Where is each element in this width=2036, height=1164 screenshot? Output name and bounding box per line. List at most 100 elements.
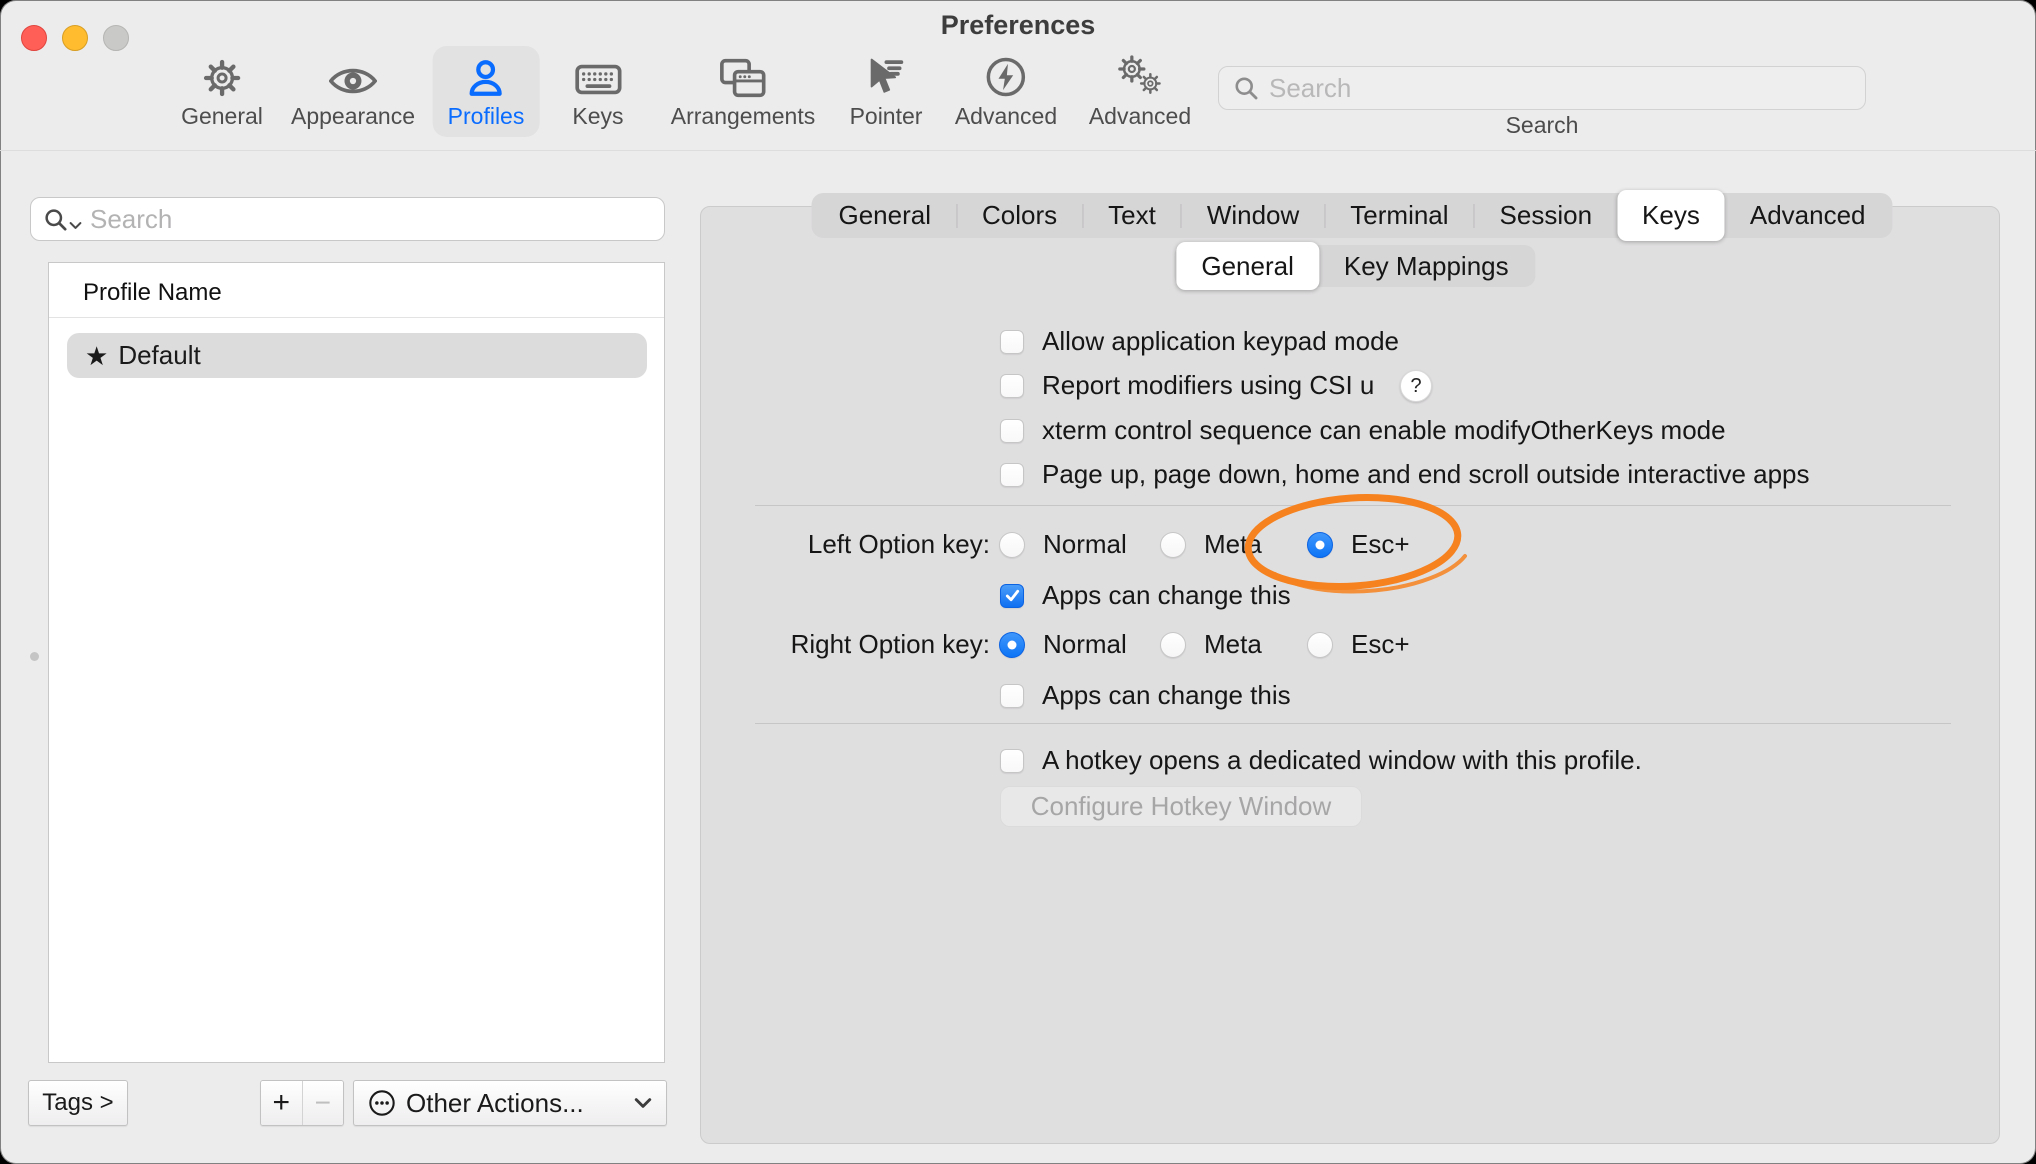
tab-label: General: [838, 200, 931, 231]
row-modify-other-keys: xterm control sequence can enable modify…: [1000, 415, 1726, 446]
tab-label: Terminal: [1350, 200, 1448, 231]
radio-left-normal[interactable]: Normal: [999, 529, 1127, 560]
row-hotkey: A hotkey opens a dedicated window with t…: [1000, 745, 1642, 776]
row-apps-change-right: Apps can change this: [1000, 680, 1291, 711]
help-button[interactable]: ?: [1400, 370, 1432, 402]
toolbar-label: Advanced: [955, 103, 1057, 130]
tab-keys[interactable]: Keys: [1617, 190, 1725, 241]
toolbar-divider: [0, 150, 2036, 151]
checkbox-csi-u[interactable]: [1000, 374, 1024, 398]
subtab-general[interactable]: General: [1176, 242, 1319, 290]
configure-hotkey-window-button[interactable]: Configure Hotkey Window: [1000, 786, 1362, 827]
star-icon: ★: [85, 343, 108, 369]
checkbox-page-scroll[interactable]: [1000, 463, 1024, 487]
toolbar-item-general[interactable]: General: [166, 46, 278, 137]
checkbox-keypad-mode[interactable]: [1000, 330, 1024, 354]
profile-search-field[interactable]: [30, 197, 665, 241]
subtab-label: Key Mappings: [1344, 251, 1509, 282]
row-page-scroll: Page up, page down, home and end scroll …: [1000, 459, 1810, 490]
toolbar-label: Advanced: [1089, 103, 1191, 130]
left-option-key-label: Left Option key:: [700, 529, 990, 560]
subtab-label: General: [1201, 251, 1294, 282]
toolbar-label: Arrangements: [671, 103, 815, 130]
radio-label: Normal: [1043, 529, 1127, 560]
tab-label: Session: [1500, 200, 1593, 231]
radio-label: Esc+: [1351, 529, 1410, 560]
tab-session[interactable]: Session: [1475, 193, 1618, 238]
radio-left-esc[interactable]: Esc+: [1307, 529, 1410, 560]
toolbar-label: Pointer: [850, 103, 923, 130]
tab-colors[interactable]: Colors: [957, 193, 1082, 238]
eye-icon: [329, 54, 377, 98]
checkbox-label: Apps can change this: [1042, 580, 1291, 611]
tab-terminal[interactable]: Terminal: [1325, 193, 1473, 238]
radio-right-normal[interactable]: Normal: [999, 629, 1127, 660]
profile-row-default[interactable]: ★ Default: [67, 333, 647, 378]
person-icon: [465, 54, 507, 98]
toolbar-search-field[interactable]: [1218, 66, 1866, 110]
radio-label: Normal: [1043, 629, 1127, 660]
radio-right-meta[interactable]: Meta: [1160, 629, 1262, 660]
tags-button[interactable]: Tags >: [28, 1080, 128, 1126]
checkbox-modify-other-keys[interactable]: [1000, 419, 1024, 443]
radio-icon[interactable]: [1307, 532, 1333, 558]
toolbar-item-pointer[interactable]: Pointer: [835, 46, 938, 137]
tab-text[interactable]: Text: [1083, 193, 1181, 238]
checkbox-label: A hotkey opens a dedicated window with t…: [1042, 745, 1642, 776]
toolbar-item-arrangements[interactable]: Arrangements: [656, 46, 830, 137]
toolbar-item-keys[interactable]: Keys: [557, 46, 638, 137]
checkbox-apps-change-right[interactable]: [1000, 684, 1024, 708]
remove-profile-button[interactable]: −: [302, 1081, 344, 1125]
toolbar-item-profiles[interactable]: Profiles: [433, 46, 540, 137]
row-keypad-mode: Allow application keypad mode: [1000, 326, 1399, 357]
profile-search-input[interactable]: [90, 204, 652, 235]
preferences-window: Preferences General Appearance Profiles …: [0, 0, 2036, 1164]
row-apps-change-left: Apps can change this: [1000, 580, 1291, 611]
other-actions-label: Other Actions...: [406, 1088, 584, 1119]
tab-label: Text: [1108, 200, 1156, 231]
radio-right-esc[interactable]: Esc+: [1307, 629, 1410, 660]
windows-icon: [719, 54, 767, 98]
radio-icon[interactable]: [1160, 632, 1186, 658]
search-icon: [1233, 75, 1259, 101]
checkbox-label: Report modifiers using CSI u: [1042, 370, 1374, 401]
row-csi-u: Report modifiers using CSI u: [1000, 370, 1374, 401]
toolbar-item-advanced[interactable]: Advanced: [1074, 46, 1206, 137]
section-divider: [755, 505, 1951, 506]
radio-label: Esc+: [1351, 629, 1410, 660]
toolbar-search-caption: Search: [1218, 112, 1866, 139]
tab-label: Colors: [982, 200, 1057, 231]
toolbar-item-appearance[interactable]: Appearance: [276, 46, 430, 137]
right-option-key-label: Right Option key:: [700, 629, 990, 660]
radio-label: Meta: [1204, 529, 1262, 560]
radio-left-meta[interactable]: Meta: [1160, 529, 1262, 560]
window-edge-dot: [30, 652, 39, 661]
other-actions-dropdown[interactable]: Other Actions...: [353, 1080, 667, 1126]
toolbar-search-input[interactable]: [1269, 73, 1851, 104]
checkbox-label: Apps can change this: [1042, 680, 1291, 711]
radio-icon[interactable]: [999, 632, 1025, 658]
ellipsis-circle-icon: [368, 1089, 396, 1117]
tab-label: Advanced: [1750, 200, 1866, 231]
chevron-down-icon: [634, 1097, 652, 1109]
section-divider: [755, 723, 1951, 724]
checkbox-apps-change-left[interactable]: [1000, 584, 1024, 608]
subtab-key-mappings[interactable]: Key Mappings: [1319, 245, 1534, 287]
toolbar-label: Keys: [572, 103, 623, 130]
tab-advanced[interactable]: Advanced: [1725, 193, 1891, 238]
header-divider: [49, 317, 664, 318]
bolt-circle-icon: [985, 54, 1027, 98]
radio-icon[interactable]: [1160, 532, 1186, 558]
radio-icon[interactable]: [1307, 632, 1333, 658]
search-menu-icon[interactable]: [43, 207, 82, 232]
radio-icon[interactable]: [999, 532, 1025, 558]
add-profile-button[interactable]: +: [261, 1081, 302, 1125]
cursor-icon: [865, 54, 907, 98]
profile-tab-bar: General Colors Text Window Terminal Sess…: [811, 193, 1892, 238]
checkbox-hotkey[interactable]: [1000, 749, 1024, 773]
tab-window[interactable]: Window: [1182, 193, 1324, 238]
tab-general[interactable]: General: [813, 193, 956, 238]
gear-icon: [201, 54, 243, 98]
toolbar-item-shortcuts[interactable]: Advanced: [940, 46, 1072, 137]
profile-name: Default: [118, 340, 200, 371]
